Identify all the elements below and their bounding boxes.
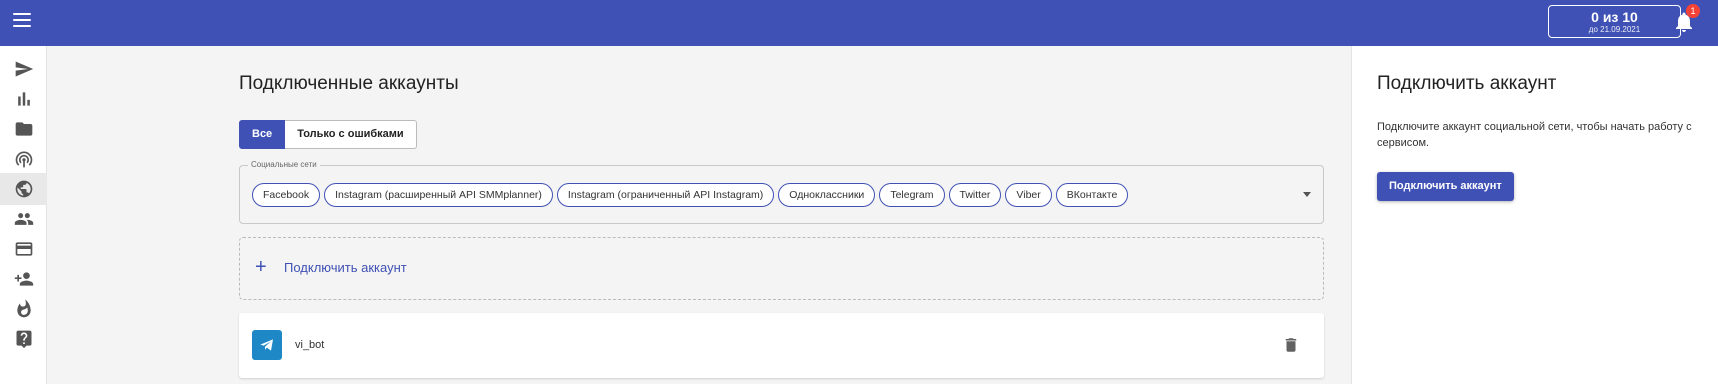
chip-viber[interactable]: Viber <box>1005 183 1052 207</box>
chip-list: Facebook Instagram (расширенный API SMMp… <box>252 183 1129 207</box>
sidebar-item-team[interactable] <box>0 203 47 235</box>
add-account-label: Подключить аккаунт <box>284 260 407 275</box>
help-icon <box>16 330 31 349</box>
tab-errors-only[interactable]: Только с ошибками <box>285 120 417 149</box>
sidebar-item-posting[interactable] <box>0 53 47 85</box>
chip-telegram[interactable]: Telegram <box>879 183 945 207</box>
podcast-icon <box>15 151 32 168</box>
plus-icon: + <box>255 256 267 278</box>
notification-badge: 1 <box>1686 4 1700 18</box>
folder-icon <box>15 122 32 136</box>
counter-expiry: до 21.09.2021 <box>1588 25 1641 34</box>
connect-account-button[interactable]: Подключить аккаунт <box>1377 172 1514 201</box>
bar-chart-icon <box>17 92 30 106</box>
chip-twitter[interactable]: Twitter <box>948 183 1002 207</box>
panel-title: Подключить аккаунт <box>1377 73 1557 94</box>
trash-icon[interactable] <box>1282 335 1300 355</box>
sidebar-item-broadcast[interactable] <box>0 143 47 175</box>
fire-icon <box>16 299 31 318</box>
people-icon <box>14 213 33 225</box>
sidebar-item-referral[interactable] <box>0 263 47 295</box>
social-network-filter[interactable]: Социальные сети Facebook Instagram (расш… <box>239 160 1324 224</box>
chip-instagram-extended[interactable]: Instagram (расширенный API SMMplanner) <box>324 183 553 207</box>
telegram-icon <box>252 330 282 360</box>
sidebar-item-payment[interactable] <box>0 233 47 265</box>
credit-card-icon <box>15 242 32 256</box>
menu-icon[interactable] <box>13 13 31 27</box>
add-account-button[interactable]: + Подключить аккаунт <box>239 237 1324 300</box>
sidebar-item-help[interactable] <box>0 323 47 355</box>
send-icon <box>15 61 33 77</box>
posts-counter[interactable]: 0 из 10 до 21.09.2021 <box>1548 5 1681 38</box>
globe-icon <box>15 180 32 198</box>
sidebar-item-statistics[interactable] <box>0 83 47 115</box>
account-name: vi_bot <box>295 339 325 351</box>
counter-value: 0 из 10 <box>1591 9 1638 25</box>
chip-odnoklassniki[interactable]: Одноклассники <box>778 183 876 207</box>
dropdown-arrow-icon[interactable] <box>1303 192 1311 197</box>
top-app-bar: 0 из 10 до 21.09.2021 1 <box>0 0 1718 46</box>
tab-all[interactable]: Все <box>239 120 286 149</box>
sidebar-item-accounts[interactable] <box>0 173 47 205</box>
account-row[interactable]: vi_bot <box>239 313 1324 378</box>
sidebar <box>0 46 47 384</box>
sidebar-item-projects[interactable] <box>0 113 47 145</box>
notifications-button[interactable]: 1 <box>1672 4 1700 34</box>
filter-legend: Социальные сети <box>248 160 320 169</box>
connect-account-panel: Подключить аккаунт Подключите аккаунт со… <box>1351 46 1718 384</box>
filter-tabs: Все Только с ошибками <box>239 120 417 149</box>
panel-description: Подключите аккаунт социальной сети, чтоб… <box>1377 121 1692 149</box>
page-title: Подключенные аккаунты <box>239 73 459 94</box>
chip-instagram-limited[interactable]: Instagram (ограниченный API Instagram) <box>556 183 775 207</box>
chip-facebook[interactable]: Facebook <box>252 183 321 207</box>
main-content: Подключенные аккаунты Все Только с ошибк… <box>47 46 1351 384</box>
add-user-icon <box>14 272 33 286</box>
sidebar-item-hot[interactable] <box>0 293 47 325</box>
chip-vkontakte[interactable]: ВКонтакте <box>1055 183 1129 207</box>
